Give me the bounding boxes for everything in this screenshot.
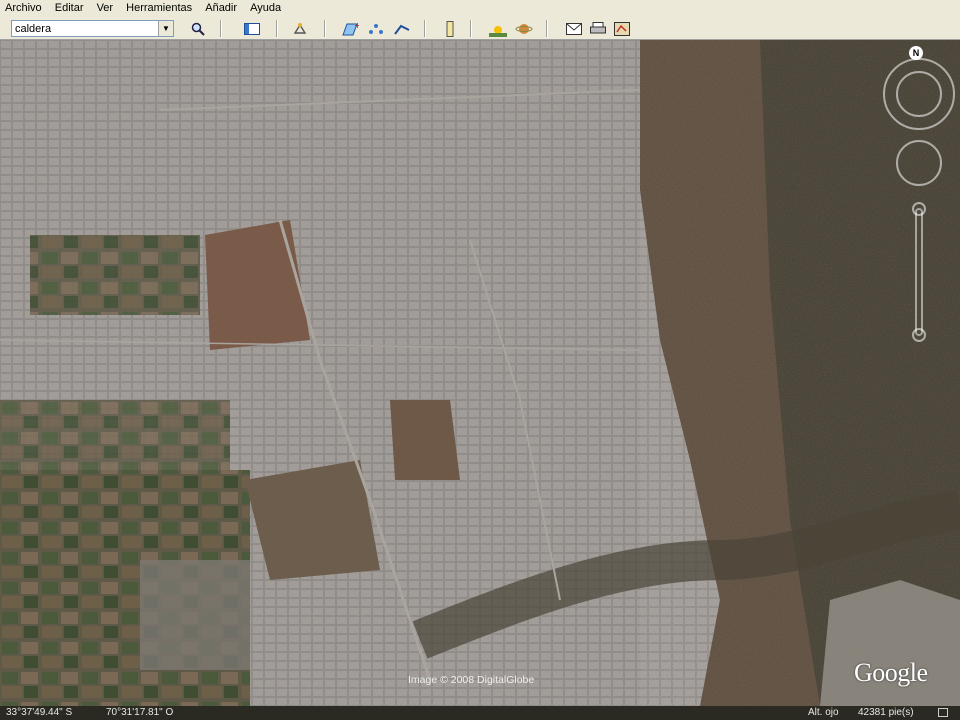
menu-editar[interactable]: Editar	[50, 0, 89, 17]
print-button[interactable]	[588, 19, 608, 38]
satellite-imagery	[0, 40, 960, 706]
sidebar-toggle-icon	[244, 22, 260, 35]
ruler-button[interactable]	[440, 19, 460, 38]
streaming-indicator-icon	[938, 708, 948, 717]
status-bar: 33°37'49.44" S 70°31'17.81" O Alt. ojo 4…	[0, 706, 960, 720]
map-view[interactable]: N Image © 2008 DigitalGlobe Google	[0, 40, 960, 706]
toolbar-separator	[276, 20, 278, 37]
look-joystick-inner[interactable]	[896, 71, 942, 117]
imagery-credit: Image © 2008 DigitalGlobe	[408, 674, 535, 686]
hand-tour-icon	[293, 22, 307, 34]
sun-icon	[489, 25, 507, 37]
toolbar: ▼ +	[0, 17, 960, 40]
sunlight-button[interactable]	[488, 19, 508, 38]
toolbar-separator	[220, 20, 222, 37]
toolbar-separator	[424, 20, 426, 37]
search-box: ▼	[11, 20, 174, 37]
sidebar-toggle-button[interactable]	[242, 19, 262, 38]
zoom-slider[interactable]	[912, 202, 926, 342]
map-view-icon	[614, 21, 630, 36]
search-dropdown-button[interactable]: ▼	[158, 21, 173, 36]
zoom-in-icon[interactable]	[912, 202, 926, 216]
add-placemark-button[interactable]: +	[340, 19, 360, 38]
placemark-icon: +	[342, 21, 359, 35]
compass-north-button[interactable]: N	[909, 46, 923, 60]
view-in-maps-button[interactable]	[612, 19, 632, 38]
menu-anadir[interactable]: Añadir	[200, 0, 242, 17]
menu-bar: Archivo Editar Ver Herramientas Añadir A…	[0, 0, 960, 17]
longitude-readout: 70°31'17.81" O	[106, 707, 174, 718]
print-icon	[590, 21, 606, 33]
ruler-icon	[446, 20, 454, 37]
menu-archivo[interactable]: Archivo	[0, 0, 47, 17]
toolbar-separator	[546, 20, 548, 37]
eye-altitude-value: 42381 pie(s)	[858, 707, 914, 718]
menu-ayuda[interactable]: Ayuda	[245, 0, 286, 17]
email-icon	[566, 22, 582, 35]
search-input[interactable]	[12, 21, 155, 36]
zoom-slider-track	[915, 208, 923, 336]
search-button[interactable]	[188, 19, 208, 38]
polygon-icon	[369, 23, 383, 34]
google-logo: Google	[854, 658, 928, 687]
add-polygon-button[interactable]	[366, 19, 386, 38]
menu-ver[interactable]: Ver	[92, 0, 119, 17]
latitude-readout: 33°37'49.44" S	[6, 707, 73, 718]
planet-icon	[515, 23, 533, 34]
path-icon	[394, 24, 410, 35]
tour-button[interactable]	[290, 19, 310, 38]
search-icon	[191, 22, 205, 36]
toolbar-separator	[324, 20, 326, 37]
add-path-button[interactable]	[392, 19, 412, 38]
planet-switch-button[interactable]	[514, 19, 534, 38]
toolbar-separator	[470, 20, 472, 37]
menu-herramientas[interactable]: Herramientas	[121, 0, 197, 17]
svg-text:+: +	[354, 21, 359, 30]
email-button[interactable]	[564, 19, 584, 38]
zoom-out-icon[interactable]	[912, 328, 926, 342]
move-joystick[interactable]	[896, 140, 942, 186]
eye-altitude-label: Alt. ojo	[808, 707, 839, 718]
